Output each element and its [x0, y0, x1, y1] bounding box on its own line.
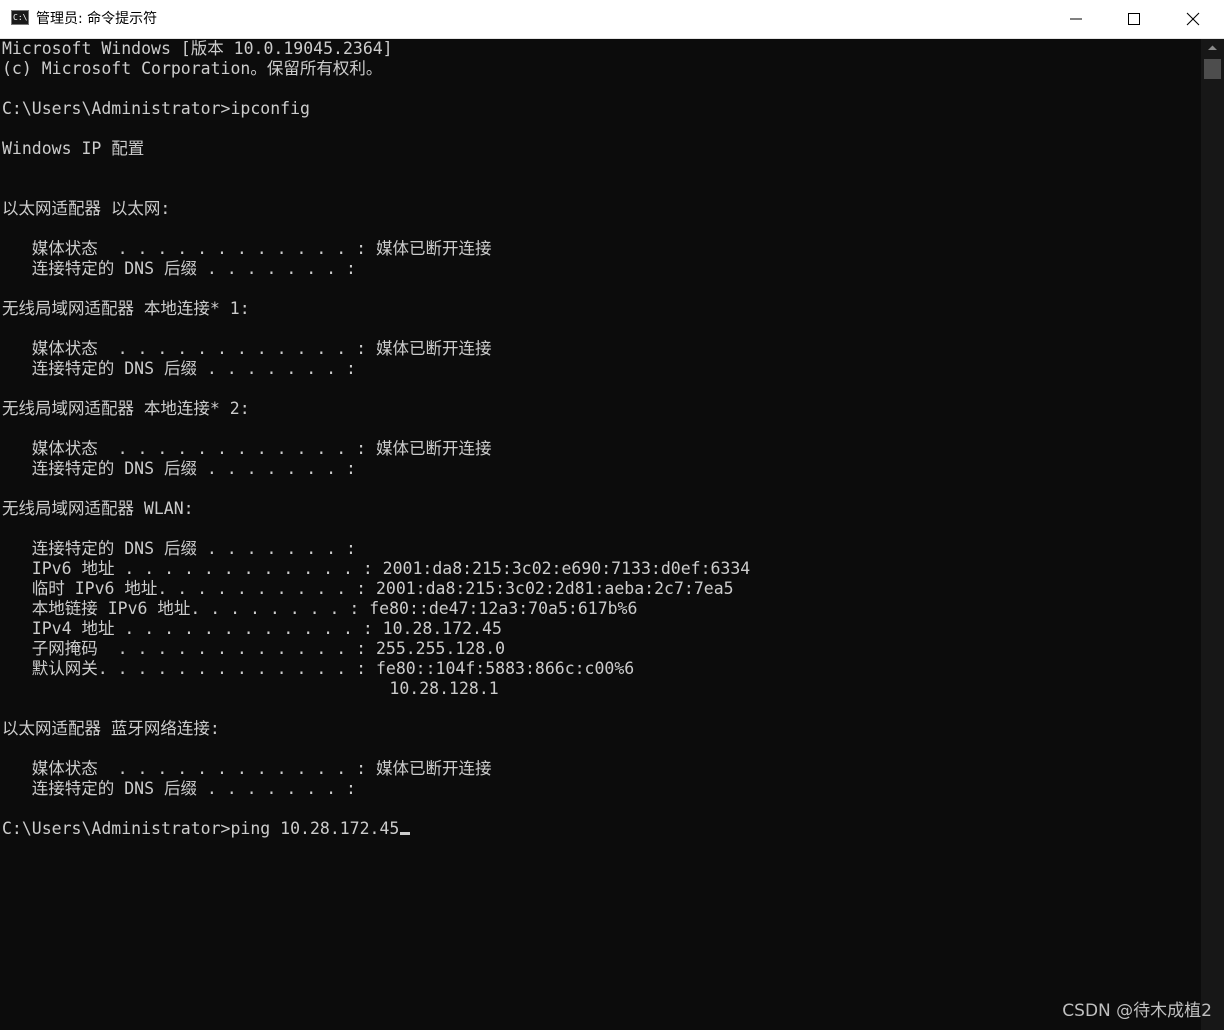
vertical-scrollbar[interactable] — [1201, 39, 1224, 1030]
console-line: 无线局域网适配器 WLAN: — [2, 499, 194, 518]
console-line: 媒体状态 . . . . . . . . . . . . : 媒体已断开连接 — [2, 339, 492, 358]
console-line: 临时 IPv6 地址. . . . . . . . . . : 2001:da8… — [2, 579, 734, 598]
scroll-thumb[interactable] — [1204, 59, 1221, 79]
console-line: 10.28.128.1 — [2, 679, 499, 698]
console-line: Microsoft Windows [版本 10.0.19045.2364] — [2, 39, 393, 58]
console-line: IPv4 地址 . . . . . . . . . . . . : 10.28.… — [2, 619, 502, 638]
console-line: 默认网关. . . . . . . . . . . . . : fe80::10… — [2, 659, 635, 678]
console-line: IPv6 地址 . . . . . . . . . . . . : 2001:d… — [2, 559, 751, 578]
close-button[interactable] — [1164, 0, 1222, 38]
console-line: Windows IP 配置 — [2, 139, 145, 158]
maximize-icon — [1128, 13, 1140, 25]
console-line: 以太网适配器 蓝牙网络连接: — [2, 719, 220, 738]
text-cursor — [400, 832, 411, 835]
console-line: 本地链接 IPv6 地址. . . . . . . . : fe80::de47… — [2, 599, 638, 618]
scroll-up-arrow-icon — [1208, 45, 1217, 50]
console-line: (c) Microsoft Corporation。保留所有权利。 — [2, 59, 383, 78]
maximize-button[interactable] — [1105, 0, 1163, 38]
console-output[interactable]: Microsoft Windows [版本 10.0.19045.2364] (c… — [2, 39, 1198, 1030]
console-line: 媒体状态 . . . . . . . . . . . . : 媒体已断开连接 — [2, 439, 492, 458]
console-line: C:\Users\Administrator>ipconfig — [2, 99, 310, 118]
console-line: 无线局域网适配器 本地连接* 2: — [2, 399, 250, 418]
watermark: CSDN @待木成植2 — [1062, 1001, 1212, 1021]
minimize-button[interactable] — [1047, 0, 1105, 38]
console-line: 连接特定的 DNS 后缀 . . . . . . . : — [2, 359, 356, 378]
scroll-up-button[interactable] — [1201, 39, 1224, 57]
console-line: 子网掩码 . . . . . . . . . . . . : 255.255.1… — [2, 639, 506, 658]
window-title: 管理员: 命令提示符 — [36, 11, 158, 27]
console-line: 连接特定的 DNS 后缀 . . . . . . . : — [2, 259, 356, 278]
console-line: 媒体状态 . . . . . . . . . . . . : 媒体已断开连接 — [2, 239, 492, 258]
console-line: 以太网适配器 以太网: — [2, 199, 171, 218]
console-line: 连接特定的 DNS 后缀 . . . . . . . : — [2, 539, 356, 558]
command-prompt-window: C:\. 管理员: 命令提示符 Microsoft Windows [版本 10… — [0, 0, 1224, 1030]
title-bar[interactable]: C:\. 管理员: 命令提示符 — [0, 0, 1224, 39]
console-line: 无线局域网适配器 本地连接* 1: — [2, 299, 250, 318]
console-line: 媒体状态 . . . . . . . . . . . . : 媒体已断开连接 — [2, 759, 492, 778]
console-prompt-line: C:\Users\Administrator>ping 10.28.172.45 — [2, 819, 1198, 839]
close-icon — [1186, 12, 1200, 26]
console-line: 连接特定的 DNS 后缀 . . . . . . . : — [2, 779, 356, 798]
cmd-app-icon[interactable]: C:\. — [11, 10, 32, 25]
minimize-icon — [1070, 18, 1082, 20]
console-line: 连接特定的 DNS 后缀 . . . . . . . : — [2, 459, 356, 478]
